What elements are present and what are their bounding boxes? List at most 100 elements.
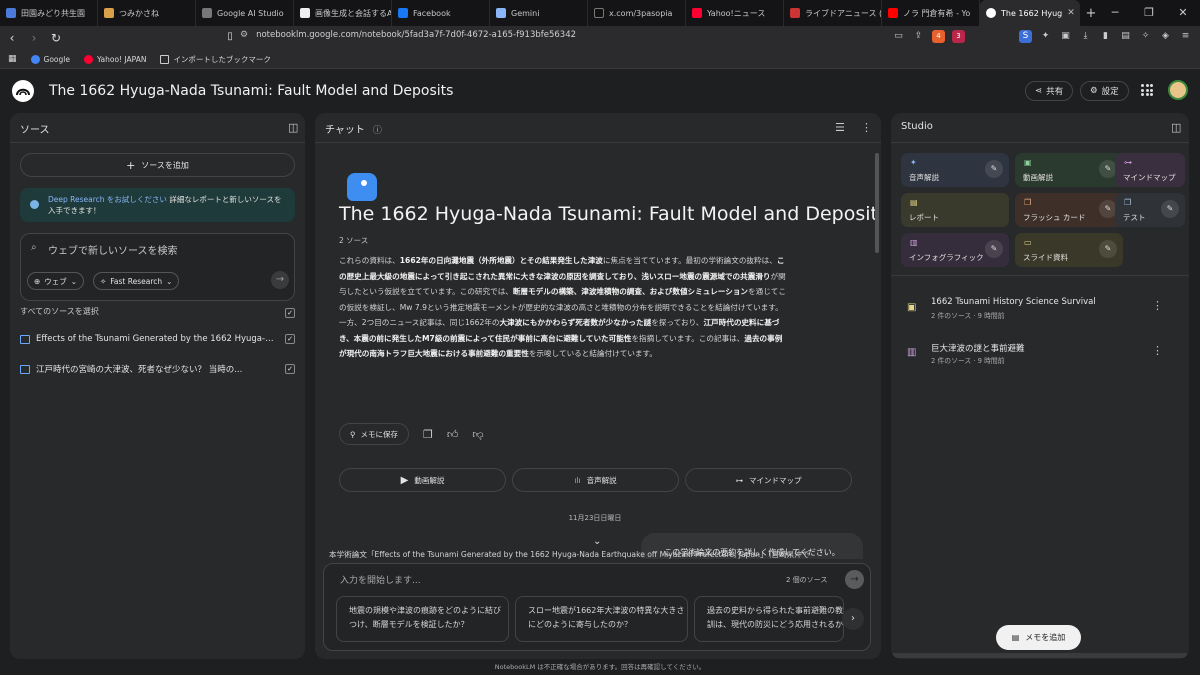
studio-tile-mindmap[interactable]: ⊶ マインドマップ [1115, 153, 1185, 187]
add-note-button[interactable]: ▤ メモを追加 [996, 625, 1081, 650]
bookmark-imported-folder[interactable]: インポートしたブックマーク [160, 54, 271, 65]
thumbs-down-icon[interactable]: 👎︎ [472, 428, 483, 441]
brave-shield-icon[interactable]: 4 [932, 30, 945, 43]
studio-tile-test[interactable]: ❐ テスト ✎ [1115, 193, 1185, 227]
source-checkbox[interactable]: ✓ [285, 364, 295, 374]
browser-tab[interactable]: Yahoo!ニュース [686, 0, 784, 26]
studio-tile-slides[interactable]: ▭ スライド資料 ✎ [1015, 233, 1123, 267]
chat-options-icon[interactable]: ☰ [835, 121, 845, 134]
suggested-question[interactable]: スロー地震が1662年大津波の特異な大きさにどのように寄与したのか？ [515, 596, 688, 642]
source-checkbox[interactable]: ✓ [285, 334, 295, 344]
suggested-question[interactable]: 過去の史料から得られた事前避難の教訓は、現代の防災にどう応用されるか [694, 596, 844, 642]
bookmarks-bar: ▦ Google Yahoo! JAPAN インポートしたブックマーク [0, 50, 1200, 69]
research-mode-dropdown[interactable]: ✧ Fast Research ⌄ [93, 272, 180, 290]
close-window-icon[interactable]: ✕ [1166, 0, 1200, 26]
maximize-icon[interactable]: ❐ [1132, 0, 1166, 26]
video-overview-button[interactable]: ▶ 動画解説 [339, 468, 506, 492]
scrollbar[interactable] [875, 153, 879, 253]
puzzle-icon[interactable]: ✦ [1039, 30, 1052, 43]
share-button[interactable]: ⋖ 共有 [1025, 81, 1074, 101]
browser-tab[interactable]: Facebook [392, 0, 490, 26]
select-all-row[interactable]: すべてのソースを選択 ✓ [20, 306, 295, 318]
close-tab-icon[interactable]: ✕ [1067, 8, 1075, 18]
bookmark-google[interactable]: Google [30, 54, 70, 64]
mindmap-label: マインドマップ [749, 475, 802, 485]
more-vert-icon[interactable]: ⋮ [1152, 299, 1163, 312]
copy-icon[interactable]: ❐ [423, 428, 433, 441]
browser-tab[interactable]: 田園みどり共生園 [0, 0, 98, 26]
edit-pencil-icon[interactable]: ✎ [985, 240, 1003, 258]
share-icon[interactable]: ⇪ [912, 30, 925, 43]
deep-research-link[interactable]: Deep Research をお試しください [48, 195, 167, 204]
browser-tab[interactable]: x.com/3pasopia [588, 0, 686, 26]
mindmap-button[interactable]: ⊶ マインドマップ [685, 468, 852, 492]
search-input[interactable]: ウェブで新しいソースを検索 [48, 242, 178, 257]
chevron-down-icon: ⌄ [70, 276, 78, 286]
forward-icon[interactable]: › [24, 31, 44, 45]
leo-icon[interactable]: ✧ [1139, 30, 1152, 43]
cast-icon[interactable]: ▭ [892, 30, 905, 43]
notebook-title[interactable]: The 1662 Hyuga-Nada Tsunami: Fault Model… [49, 83, 453, 99]
minimize-icon[interactable]: ─ [1098, 0, 1132, 26]
audio-overview-button[interactable]: ılı 音声解説 [512, 468, 679, 492]
url-field[interactable]: ⚙ notebooklm.google.com/notebook/5fad3a7… [240, 30, 576, 40]
source-item[interactable]: 江戸時代の宮崎の大津波、死者なぜ少ない？ 当時の... ✓ [20, 361, 295, 377]
download-icon[interactable]: ⤓ [1079, 30, 1092, 43]
deep-research-banner[interactable]: Deep Research をお試しください 詳細なレポートと新しいソースを入手… [20, 188, 295, 222]
back-icon[interactable]: ‹ [2, 31, 22, 45]
studio-tile-video[interactable]: ▣ 動画解説 ✎ [1015, 153, 1123, 187]
chevron-right-icon[interactable]: › [842, 608, 864, 630]
screenshot-icon[interactable]: ▣ [1059, 30, 1072, 43]
menu-icon[interactable]: ≡ [1179, 30, 1192, 43]
studio-tile-report[interactable]: ▤ レポート [901, 193, 1009, 227]
browser-tab[interactable]: 画像生成と会話するA [294, 0, 392, 26]
submit-search-button[interactable]: → [271, 271, 289, 289]
edit-pencil-icon[interactable]: ✎ [1099, 240, 1117, 258]
scroll-down-icon[interactable]: ⌄ [593, 536, 601, 547]
studio-tile-flashcards[interactable]: ❐ フラッシュ カード ✎ [1015, 193, 1123, 227]
horizontal-scrollbar[interactable] [891, 653, 1187, 658]
select-all-checkbox[interactable]: ✓ [285, 308, 295, 318]
extension-icon[interactable]: S [1019, 30, 1032, 43]
browser-tab[interactable]: ノラ 門倉有希 - Yo [882, 0, 980, 26]
apps-grid-icon[interactable]: ▦ [8, 54, 17, 64]
save-to-note-button[interactable]: ⚲ メモに保存 [339, 423, 409, 445]
collapse-panel-icon[interactable]: ◫ [1171, 121, 1181, 134]
disclaimer-footer: NotebookLM は不正確な場合があります。回答は再確認してください。 [494, 663, 706, 671]
browser-tab[interactable]: Gemini [490, 0, 588, 26]
vpn-icon[interactable]: ◈ [1159, 30, 1172, 43]
bookmark-yahoo[interactable]: Yahoo! JAPAN [83, 54, 146, 64]
sidebar-icon[interactable]: ▮ [1099, 30, 1112, 43]
wallet-icon[interactable]: ▤ [1119, 30, 1132, 43]
site-settings-icon[interactable]: ⚙ [240, 30, 248, 40]
chat-input[interactable]: 入力を開始します... [340, 573, 421, 586]
avatar[interactable] [1168, 80, 1188, 100]
studio-tile-audio[interactable]: ✦ 音声解説 ✎ [901, 153, 1009, 187]
collapse-panel-icon[interactable]: ◫ [288, 121, 298, 134]
studio-note[interactable]: ▥ 巨大津波の謎と事前避難 2 件のソース · 9 時間前 ⋮ [901, 341, 1171, 369]
brave-rewards-icon[interactable]: 3 [952, 30, 965, 43]
studio-tile-infographic[interactable]: ▥ インフォグラフィック ✎ [901, 233, 1009, 267]
add-source-button[interactable]: + ソースを追加 [20, 153, 295, 177]
notebooklm-logo-icon[interactable] [12, 80, 34, 102]
info-icon[interactable]: ⓘ [373, 126, 382, 136]
browser-tab[interactable]: ライブドアニュース (liv [784, 0, 882, 26]
browser-tab[interactable]: つみかさね [98, 0, 196, 26]
studio-note[interactable]: ▣ 1662 Tsunami History Science Survival … [901, 296, 1171, 324]
browser-tab[interactable]: Google AI Studio [196, 0, 294, 26]
edit-pencil-icon[interactable]: ✎ [1161, 200, 1179, 218]
browser-tab-active[interactable]: The 1662 Hyug ✕ [980, 0, 1080, 26]
more-vert-icon[interactable]: ⋮ [861, 121, 872, 134]
google-apps-icon[interactable] [1141, 84, 1153, 96]
suggested-question[interactable]: 地震の規模や津波の痕跡をどのように結びつけ、断層モデルを検証したか？ [336, 596, 509, 642]
web-dropdown[interactable]: ⊕ ウェブ ⌄ [27, 272, 85, 290]
thumbs-up-icon[interactable]: 👍︎ [447, 428, 459, 441]
send-button[interactable]: → [845, 570, 864, 589]
reload-icon[interactable]: ↻ [46, 31, 66, 45]
source-item[interactable]: Effects of the Tsunami Generated by the … [20, 331, 295, 347]
edit-pencil-icon[interactable]: ✎ [985, 160, 1003, 178]
bookmark-label: インポートしたブックマーク [173, 54, 271, 64]
more-vert-icon[interactable]: ⋮ [1152, 344, 1163, 357]
bookmark-icon[interactable]: ▯ [220, 31, 240, 42]
settings-button[interactable]: ⚙ 設定 [1080, 81, 1129, 101]
